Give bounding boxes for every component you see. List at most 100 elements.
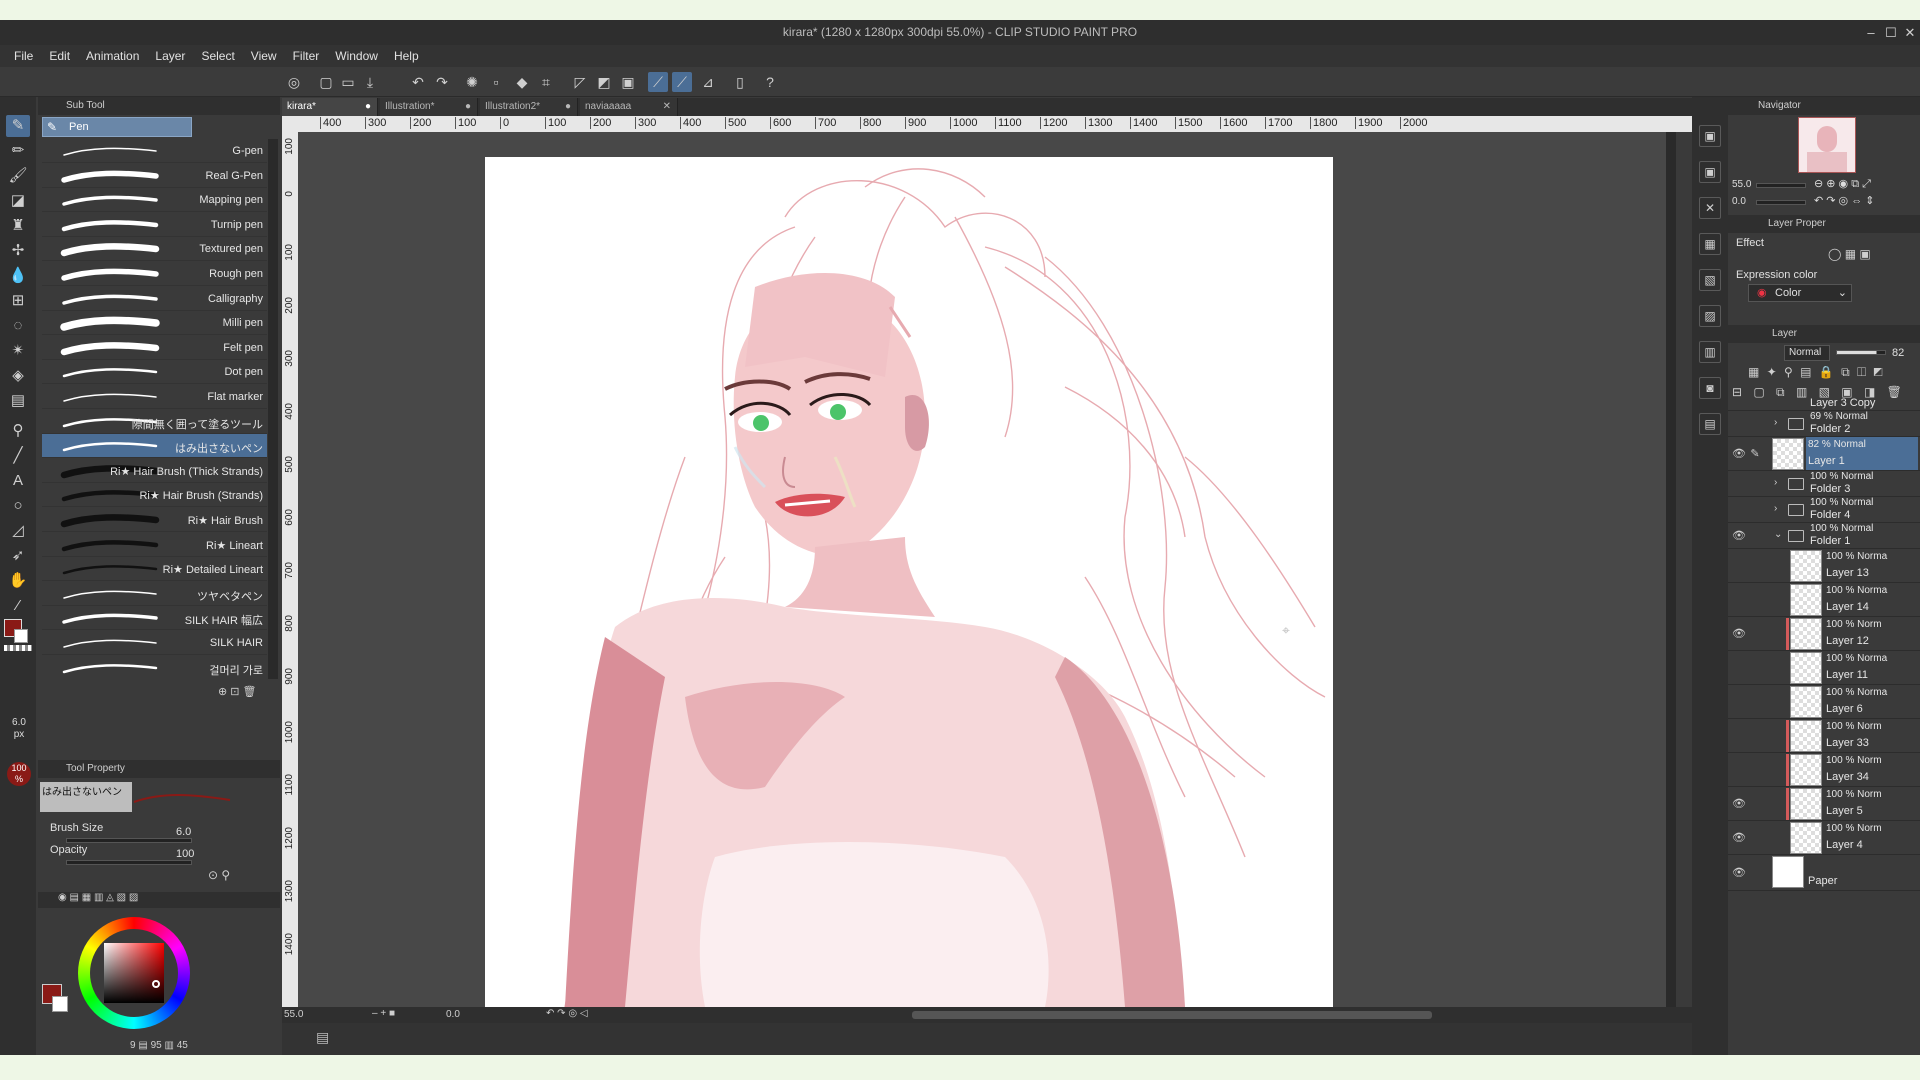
layer-row[interactable]: 100 % Norma Layer 13 [1728,549,1920,583]
layer-opacity-value[interactable]: 82 [1892,347,1904,359]
eraser-tool-icon[interactable]: ◪ [6,190,30,212]
brush-tool-icon[interactable]: 🖌 [6,165,30,187]
expression-color-select[interactable]: Color ◉ ⌄ [1748,284,1852,302]
brush-item[interactable]: Dot pen [42,360,267,385]
material-icon[interactable]: ▣ [1699,125,1721,147]
menu-help[interactable]: Help [386,45,427,67]
sub-tool-group-pen[interactable]: ✎ Pen [42,117,192,137]
chevron-down-icon[interactable]: ⌄ [1774,529,1782,540]
snap-special-ruler-icon[interactable]: ⟋ [672,72,692,92]
transparent-color-swatch[interactable] [4,645,32,651]
cut-icon[interactable]: ▫ [486,72,506,92]
chevron-right-icon[interactable]: › [1774,503,1777,514]
canvas-rotation-value[interactable]: 0.0 [446,1009,460,1020]
brush-item[interactable]: 걸머리 가로 [42,656,267,679]
brush-item[interactable]: Turnip pen [42,213,267,237]
material-3-icon[interactable]: ▦ [1699,233,1721,255]
brush-item[interactable]: 隙間無く囲って塗るツール [42,410,267,434]
balloon-tool-icon[interactable]: ○ [6,495,30,517]
menu-file[interactable]: File [6,45,41,67]
navigator-rotate-buttons[interactable]: ↶ ↷ ◎ ⇔ ⇕ [1814,194,1874,207]
color-panel-tabs[interactable]: ◉ ▤ ▦ ▥ ◬ ▧ ▨ [38,892,280,908]
eye-icon[interactable]: 👁 [1732,529,1746,543]
canvas-horizontal-scrollbar[interactable] [912,1011,1432,1019]
color-picker-cursor[interactable] [152,980,160,988]
tab-close-icon[interactable]: ✕ [663,98,671,116]
layer-row[interactable]: › 100 % Normal Folder 3 [1728,471,1920,497]
brush-item[interactable]: Real G-Pen [42,164,267,188]
brush-item[interactable]: Calligraphy [42,287,267,311]
layer-row[interactable]: 👁 ✎ 82 % Normal Layer 1 [1728,437,1920,471]
zoom-buttons[interactable]: – + ■ [372,1008,395,1019]
brush-item[interactable]: SILK HAIR [42,631,267,655]
transform-icon[interactable]: ⌗ [536,72,556,92]
material-8-icon[interactable]: ▤ [1699,413,1721,435]
grid-tool-icon[interactable]: ⊞ [6,290,30,312]
eye-icon[interactable]: 👁 [1732,831,1746,845]
timeline-icon[interactable]: ▤ [316,1029,329,1046]
brush-item[interactable]: ツヤベタペン [42,582,267,606]
chevron-right-icon[interactable]: › [1774,417,1777,428]
layer-row[interactable]: 100 % Norma Layer 14 [1728,583,1920,617]
brush-item[interactable]: Felt pen [42,336,267,360]
tab-illustration[interactable]: Illustration* ● [380,98,478,116]
brush-item[interactable]: Textured pen [42,237,267,262]
rotation-buttons[interactable]: ↶ ↷ ◎ ◁ [546,1008,588,1019]
layer-tool-buttons[interactable]: ▦ ✦ ⚲ ▤ 🔒 ⧉ ◫ ◩ [1748,365,1885,380]
brush-item[interactable]: Ri★ Detailed Lineart [42,557,267,582]
text-tool-icon[interactable]: A [6,470,30,492]
minimize-button[interactable]: – [1860,20,1882,45]
brush-item[interactable]: Milli pen [42,311,267,336]
snap-grid-icon[interactable]: ⊿ [698,72,718,92]
invert-selection-icon[interactable]: ◩ [594,72,614,92]
menu-view[interactable]: View [243,45,285,67]
brush-size-value[interactable]: 6.0 [176,826,191,838]
navigator-zoom-value[interactable]: 55.0 [1732,179,1751,190]
layer-row[interactable]: 100 % Norm Layer 34 [1728,753,1920,787]
deselect-icon[interactable]: ◸ [570,72,590,92]
navigator-angle-slider[interactable] [1756,200,1806,205]
material-5-icon[interactable]: ▨ [1699,305,1721,327]
canvas-vertical-scrollbar[interactable] [1666,132,1676,1007]
layer-row[interactable]: 👁 Paper [1728,855,1920,891]
eye-icon[interactable]: 👁 [1732,627,1746,641]
layer-row[interactable]: Layer 3 Copy [1728,397,1920,411]
sub-color-chip[interactable] [52,996,68,1012]
open-file-icon[interactable]: ▭ [338,72,358,92]
opacity-value[interactable]: 100 [176,848,194,860]
fill-tool-icon[interactable]: ◈ [6,365,30,387]
layer-row[interactable]: 👁 100 % Norm Layer 5 [1728,787,1920,821]
redo-icon[interactable]: ↷ [432,72,452,92]
material-4-icon[interactable]: ▧ [1699,269,1721,291]
menu-layer[interactable]: Layer [147,45,193,67]
brush-item[interactable]: SILK HAIR 幅広 [42,606,267,631]
pen-tool-icon[interactable]: ✎ [6,115,30,137]
eye-icon[interactable]: 👁 [1732,797,1746,811]
layer-row[interactable]: 👁 100 % Norm Layer 12 [1728,617,1920,651]
navigator-zoom-slider[interactable] [1756,183,1806,188]
opacity-slider[interactable] [66,860,192,865]
snap-ruler-icon[interactable]: ⟋ [648,72,668,92]
clip-studio-icon[interactable]: ◎ [284,72,304,92]
sub-color-swatch[interactable] [14,629,28,643]
undo-icon[interactable]: ↶ [408,72,428,92]
tab-naviaaaaa[interactable]: naviaaaaa ✕ [580,98,678,116]
layer-row[interactable]: 100 % Norma Layer 11 [1728,651,1920,685]
gradient-tool-icon[interactable]: ▤ [6,390,30,412]
brush-list-scrollbar[interactable] [268,139,278,679]
device-icon[interactable]: ▯ [730,72,750,92]
brush-item[interactable]: Ri★ Hair Brush [42,508,267,532]
fill-icon[interactable]: ◆ [512,72,532,92]
zoom-tool-icon[interactable]: ⚲ [6,420,30,442]
material-7-icon[interactable]: ◙ [1699,377,1721,399]
tool-property-footer-icons[interactable]: ⊙ ⚲ [208,868,230,882]
blend-mode-select[interactable]: Normal [1784,345,1830,361]
chevron-right-icon[interactable]: › [1774,477,1777,488]
brush-item[interactable]: Flat marker [42,385,267,409]
pencil-tool-icon[interactable]: ✏ [6,140,30,162]
search-layer-icon[interactable]: ✕ [1699,197,1721,219]
layer-row[interactable]: 100 % Norma Layer 6 [1728,685,1920,719]
navigator-preview[interactable] [1798,117,1856,173]
menu-animation[interactable]: Animation [78,45,147,67]
help-icon[interactable]: ? [760,72,780,92]
